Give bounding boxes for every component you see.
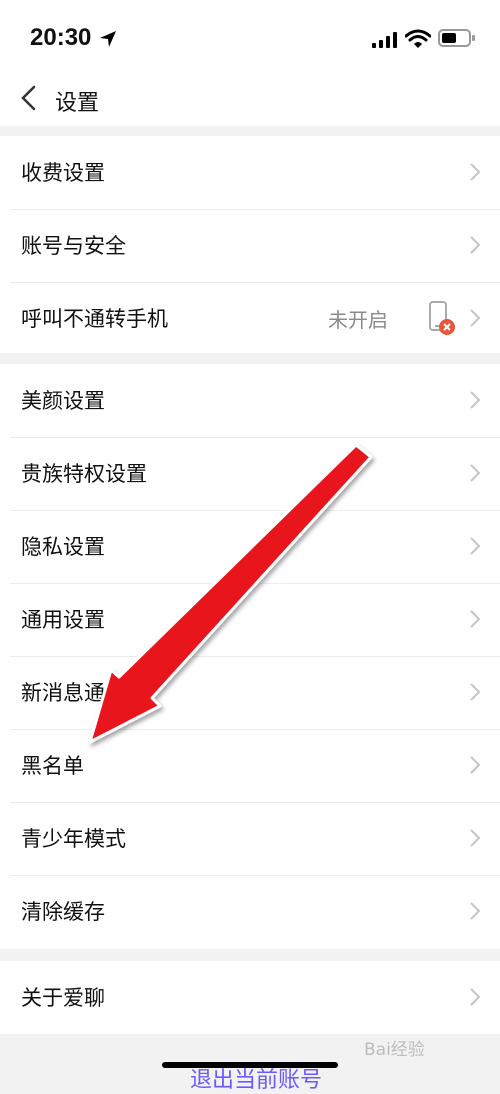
baidu-watermark: Bai经验 — [364, 1040, 425, 1060]
settings-item-label: 关于爱聊 — [21, 986, 105, 1010]
settings-item-label: 青少年模式 — [21, 827, 126, 851]
settings-item-label: 账号与安全 — [21, 234, 126, 258]
settings-item-clear-cache[interactable]: 清除缓存 — [0, 875, 500, 948]
settings-item-about[interactable]: 关于爱聊 — [0, 961, 500, 1034]
settings-item-general[interactable]: 通用设置 — [0, 583, 500, 656]
watermark-text: Bai经验 — [364, 1040, 425, 1060]
settings-item-label: 隐私设置 — [21, 535, 105, 559]
chevron-right-icon — [470, 391, 481, 409]
wifi-icon — [405, 29, 431, 48]
call-forward-status: 未开启 — [328, 308, 388, 332]
chevron-right-icon — [470, 902, 481, 920]
chevron-right-icon — [470, 610, 481, 628]
settings-item-label: 清除缓存 — [21, 900, 105, 924]
chevron-right-icon — [470, 163, 481, 181]
settings-item-account-security[interactable]: 账号与安全 — [0, 209, 500, 282]
settings-item-label: 收费设置 — [21, 161, 105, 185]
settings-item-blacklist[interactable]: 黑名单 — [0, 729, 500, 802]
chevron-right-icon — [470, 683, 481, 701]
settings-item-label: 贵族特权设置 — [21, 462, 147, 486]
settings-item-privacy[interactable]: 隐私设置 — [0, 510, 500, 583]
chevron-right-icon — [470, 756, 481, 774]
settings-item-label: 新消息通知 — [21, 681, 126, 705]
settings-item-noble-privileges[interactable]: 贵族特权设置 — [0, 437, 500, 510]
status-bar: 20:30 — [0, 0, 500, 80]
home-indicator — [162, 1062, 338, 1068]
status-time: 20:30 — [30, 24, 92, 51]
settings-item-teen-mode[interactable]: 青少年模式 — [0, 802, 500, 875]
settings-item-label: 美颜设置 — [21, 389, 105, 413]
settings-item-beauty[interactable]: 美颜设置 — [0, 364, 500, 437]
cellular-signal-icon — [372, 32, 397, 48]
settings-group-about: 关于爱聊 — [0, 961, 500, 1034]
settings-item-label: 黑名单 — [21, 754, 84, 778]
settings-item-charges[interactable]: 收费设置 — [0, 136, 500, 209]
location-arrow-icon — [100, 31, 116, 47]
settings-item-call-forward[interactable]: 呼叫不通转手机 未开启 — [0, 282, 500, 355]
settings-item-label: 通用设置 — [21, 608, 105, 632]
settings-item-notifications[interactable]: 新消息通知 — [0, 656, 500, 729]
settings-item-label: 呼叫不通转手机 — [21, 307, 168, 331]
chevron-right-icon — [470, 537, 481, 555]
chevron-right-icon — [470, 309, 481, 327]
chevron-right-icon — [470, 236, 481, 254]
back-chevron-icon[interactable] — [18, 84, 42, 112]
settings-group-account: 收费设置 账号与安全 呼叫不通转手机 未开启 — [0, 136, 500, 353]
chevron-right-icon — [470, 829, 481, 847]
navigation-bar: 设置 — [0, 80, 500, 126]
page-title: 设置 — [55, 91, 100, 116]
settings-group-general: 美颜设置 贵族特权设置 隐私设置 通用设置 新消息通知 黑名单 青少年模式 清除… — [0, 364, 500, 949]
chevron-right-icon — [470, 464, 481, 482]
battery-icon — [438, 29, 475, 47]
phone-disabled-icon — [429, 301, 455, 335]
chevron-right-icon — [470, 988, 481, 1006]
